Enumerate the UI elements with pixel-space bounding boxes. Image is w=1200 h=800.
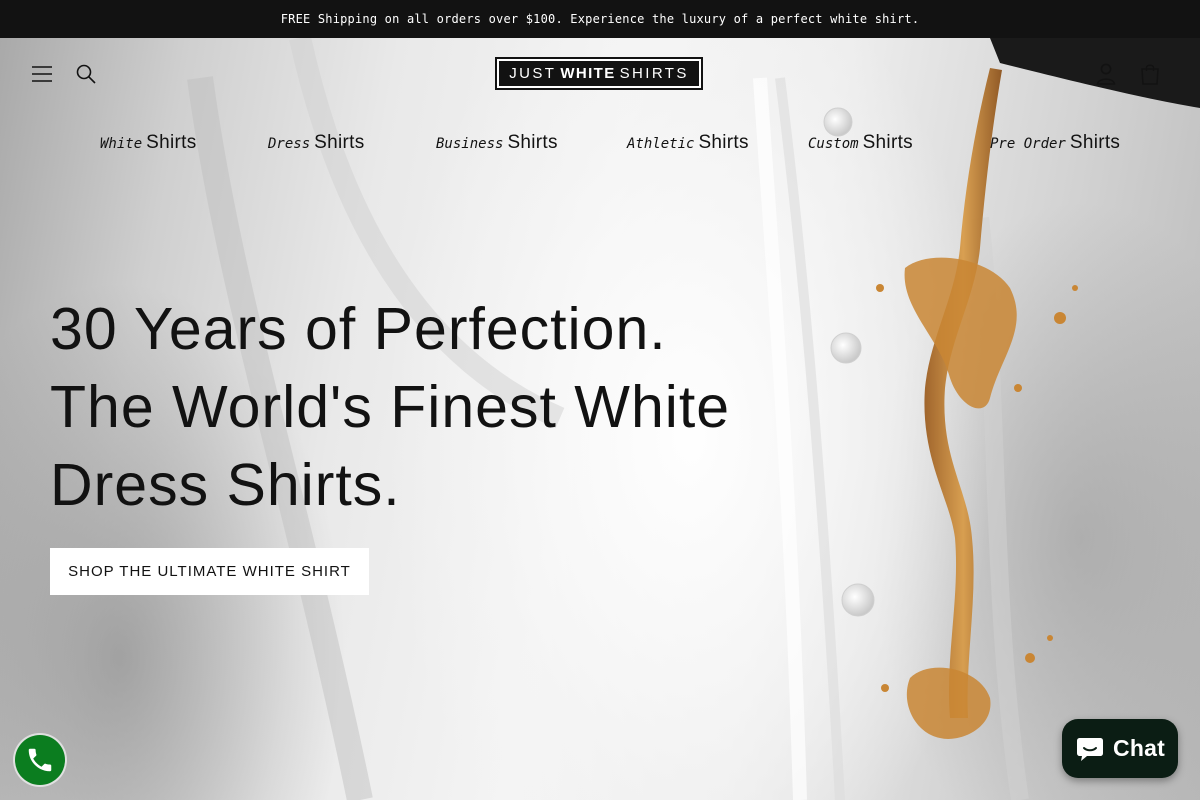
category-label: Shirts xyxy=(1069,132,1121,153)
bag-icon[interactable] xyxy=(1136,60,1164,88)
category-athletic-shirts[interactable]: Athletic Shirts xyxy=(627,132,749,154)
category-pre-order-shirts[interactable]: Pre Order Shirts xyxy=(990,132,1120,154)
category-prefix: Business xyxy=(436,136,504,152)
logo-part-white: WHITE xyxy=(560,65,616,82)
chat-button[interactable]: Chat xyxy=(1062,719,1178,778)
logo-wordmark: JUST WHITE SHIRTS xyxy=(499,61,699,86)
category-label: Shirts xyxy=(314,132,365,153)
category-dress-shirts[interactable]: Dress Shirts xyxy=(268,132,365,154)
category-white-shirts[interactable]: White Shirts xyxy=(100,132,197,154)
hamburger-icon[interactable] xyxy=(28,60,56,88)
call-button[interactable] xyxy=(15,735,65,785)
page: FREE Shipping on all orders over $100. E… xyxy=(0,0,1200,800)
category-business-shirts[interactable]: Business Shirts xyxy=(436,132,558,154)
logo-part-shirts: SHIRTS xyxy=(619,65,689,82)
shop-ultimate-white-shirt-button[interactable]: SHOP THE ULTIMATE WHITE SHIRT xyxy=(50,548,369,595)
hero-headline: 30 Years of Perfection. The World's Fine… xyxy=(50,296,731,518)
category-label: Shirts xyxy=(862,132,913,153)
phone-icon xyxy=(28,748,52,772)
category-prefix: Dress xyxy=(268,136,311,152)
user-icon[interactable] xyxy=(1092,60,1120,88)
chat-label: Chat xyxy=(1113,735,1165,761)
category-prefix: Custom xyxy=(808,136,859,152)
category-custom-shirts[interactable]: Custom Shirts xyxy=(808,132,913,154)
category-prefix: White xyxy=(100,136,143,152)
announcement-bar: FREE Shipping on all orders over $100. E… xyxy=(0,0,1200,38)
category-label: Shirts xyxy=(146,132,197,153)
category-prefix: Athletic xyxy=(627,136,695,152)
chat-bubble-icon xyxy=(1077,737,1104,761)
search-icon[interactable] xyxy=(72,60,100,88)
logo[interactable]: JUST WHITE SHIRTS xyxy=(495,57,703,90)
category-label: Shirts xyxy=(698,132,749,153)
category-nav: White Shirts Dress Shirts Business Shirts A… xyxy=(0,132,1200,160)
announcement-text: FREE Shipping on all orders over $100. E… xyxy=(280,12,920,26)
category-label: Shirts xyxy=(507,132,558,153)
category-prefix: Pre Order xyxy=(990,136,1066,152)
logo-part-just: JUST xyxy=(509,65,557,82)
